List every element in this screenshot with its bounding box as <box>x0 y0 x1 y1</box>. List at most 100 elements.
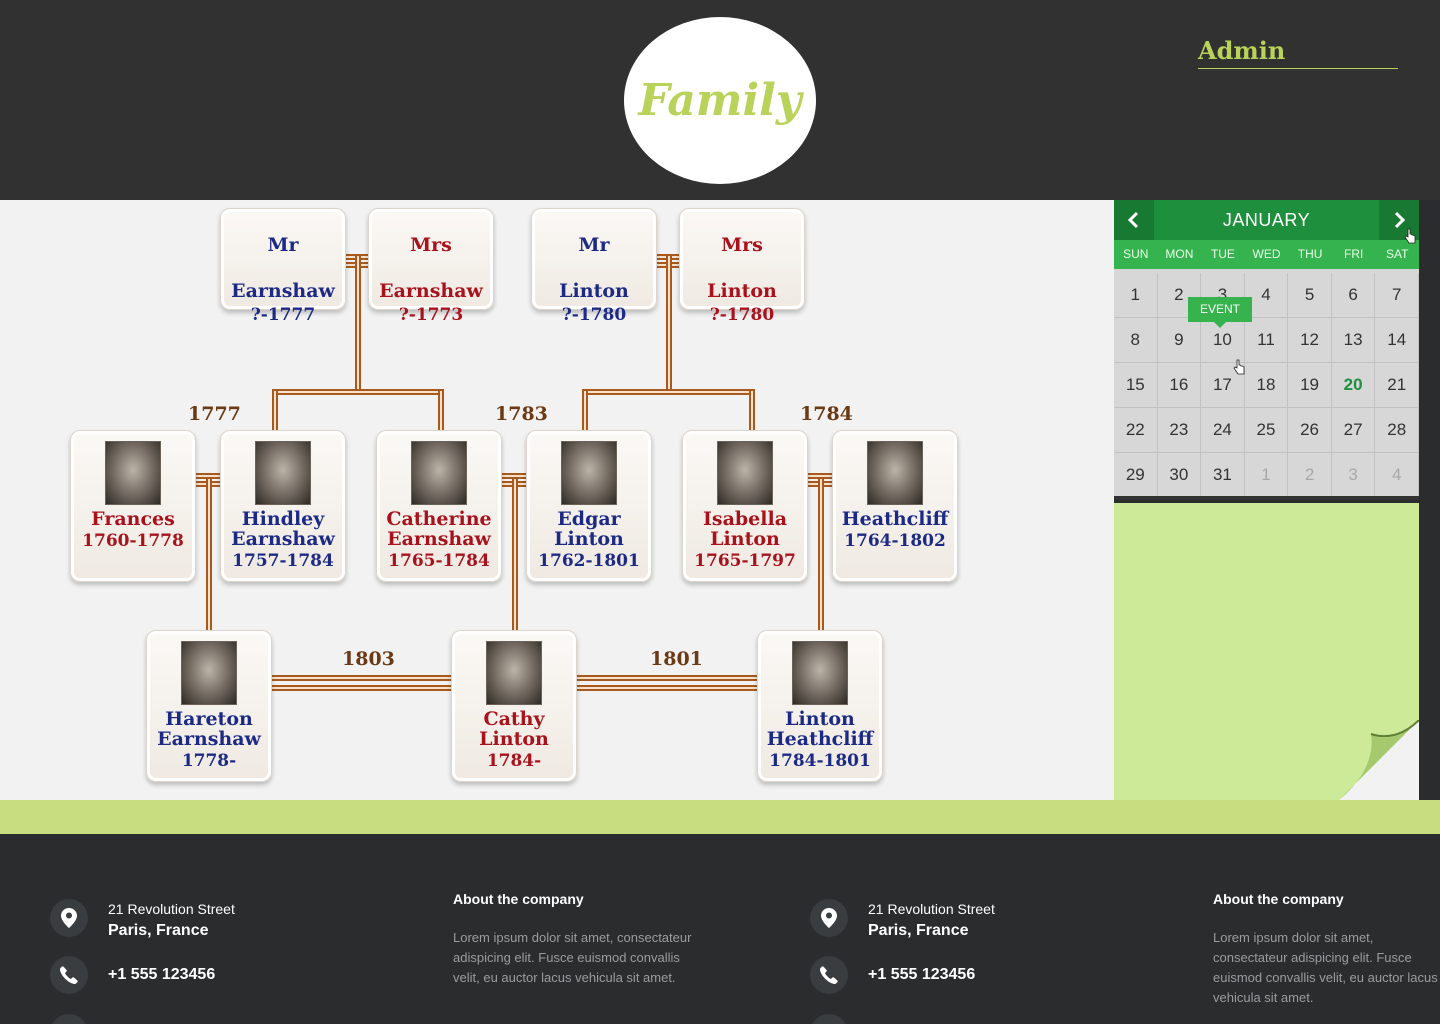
about-text: Lorem ipsum dolor sit amet, consectateur… <box>453 930 692 985</box>
person-years: 1760-1778 <box>82 531 184 551</box>
person-surname: Earnshaw <box>379 280 483 302</box>
calendar-day-cell[interactable]: 2 <box>1288 453 1332 498</box>
person-card-hindley-earnshaw[interactable]: Hindley Earnshaw 1757-1784 <box>220 430 346 582</box>
person-years: 1757-1784 <box>232 551 334 571</box>
hand-cursor-icon <box>1404 228 1416 244</box>
calendar-day-cell[interactable]: 13 <box>1331 318 1376 363</box>
person-card-linton-heathcliff[interactable]: Linton Heathcliff 1784-1801 <box>757 630 883 782</box>
calendar-day-grid: 1 2 3 4 5 6 7 8 9 10 11 12 13 14 15 16 17 18 19 20 21 22 23 24 2… <box>1114 273 1419 498</box>
person-name: Catherine <box>386 508 492 530</box>
calendar-header: JANUARY <box>1114 200 1419 240</box>
person-card-catherine-earnshaw[interactable]: Catherine Earnshaw 1765-1784 <box>376 430 502 582</box>
person-card-mrs-linton[interactable]: Mrs Linton ?-1780 <box>679 208 805 325</box>
weekday-label: FRI <box>1344 247 1364 261</box>
calendar-day-cell[interactable]: 25 <box>1244 408 1289 453</box>
calendar-day-cell[interactable]: 15 <box>1114 363 1158 408</box>
calendar-day-cell[interactable]: 23 <box>1157 408 1202 453</box>
portrait-photo <box>561 441 617 505</box>
person-years: 1765-1784 <box>388 551 490 571</box>
calendar-day-cell[interactable]: 29 <box>1114 453 1158 498</box>
calendar-day-cell[interactable]: 1 <box>1244 453 1289 498</box>
event-tooltip: EVENT <box>1188 297 1252 328</box>
calendar-day-cell[interactable]: 12 <box>1288 318 1332 363</box>
calendar-day-cell[interactable]: 11 <box>1244 318 1289 363</box>
logo[interactable]: Family <box>624 17 816 184</box>
address-city: Paris, France <box>868 922 969 939</box>
person-name: Heathcliff <box>841 508 949 530</box>
calendar-widget: JANUARY SUN MON TUE WED THU FRI SAT 1234… <box>1114 200 1419 500</box>
person-card-mrs-earnshaw[interactable]: Mrs Earnshaw ?-1773 <box>368 208 494 325</box>
admin-link-label: Admin <box>1198 36 1286 65</box>
calendar-day-cell[interactable]: 1 <box>1114 273 1158 318</box>
calendar-day-cell[interactable]: 3 <box>1331 453 1376 498</box>
portrait-photo <box>255 441 311 505</box>
person-name: Mr <box>267 234 299 256</box>
person-surname: Earnshaw <box>157 728 261 750</box>
calendar-day-cell[interactable]: 18 <box>1244 363 1289 408</box>
person-name: Frances <box>91 508 175 530</box>
phone-number[interactable]: +1 555 123456 <box>108 966 215 984</box>
phone-icon <box>50 956 88 994</box>
address-line: 21 Revolution Street <box>108 901 235 917</box>
person-card-heathcliff[interactable]: Heathcliff 1764-1802 <box>832 430 958 582</box>
calendar-day-cell[interactable]: 8 <box>1114 318 1158 363</box>
portrait-photo <box>411 441 467 505</box>
person-card-mr-linton[interactable]: Mr Linton ?-1780 <box>531 208 657 325</box>
person-name: Hareton <box>165 708 253 730</box>
about-heading: About the company <box>453 891 584 907</box>
mail-icon <box>810 1014 848 1024</box>
address-city: Paris, France <box>108 922 209 939</box>
map-pin-icon <box>810 899 848 937</box>
calendar-day-cell[interactable]: 28 <box>1375 408 1419 453</box>
calendar-day-cell[interactable]: 20 <box>1331 363 1376 408</box>
phone-number[interactable]: +1 555 123456 <box>868 966 975 984</box>
person-card-mr-earnshaw[interactable]: Mr Earnshaw ?-1777 <box>220 208 346 325</box>
calendar-day-cell[interactable]: 6 <box>1331 273 1376 318</box>
calendar-day-cell[interactable]: 22 <box>1114 408 1158 453</box>
calendar-day-cell[interactable]: 16 <box>1157 363 1202 408</box>
person-card-hareton-earnshaw[interactable]: Hareton Earnshaw 1778- <box>146 630 272 782</box>
page-curl <box>1339 720 1419 800</box>
calendar-day-cell[interactable]: 30 <box>1157 453 1202 498</box>
person-card-cathy-linton[interactable]: Cathy Linton 1784- <box>451 630 577 782</box>
person-name: Mrs <box>410 234 452 256</box>
admin-link[interactable]: Admin <box>1198 36 1398 69</box>
person-surname: Linton <box>479 728 549 750</box>
map-pin-icon <box>50 899 88 937</box>
calendar-day-cell[interactable]: 14 <box>1375 318 1419 363</box>
portrait-photo <box>792 641 848 705</box>
calendar-day-cell[interactable]: 24 <box>1201 408 1245 453</box>
prev-month-button[interactable] <box>1114 200 1154 240</box>
calendar-day-cell[interactable]: 4 <box>1375 453 1419 498</box>
calendar-day-cell[interactable]: 31 <box>1201 453 1245 498</box>
chevron-left-icon <box>1127 211 1139 229</box>
address-line: 21 Revolution Street <box>868 901 995 917</box>
weekday-label: SUN <box>1123 247 1149 261</box>
about-text: Lorem ipsum dolor sit amet, consectateur… <box>1213 930 1438 1005</box>
person-name: Hindley <box>241 508 325 530</box>
portrait-photo <box>181 641 237 705</box>
person-years: ?-1773 <box>398 305 464 325</box>
weekday-label: THU <box>1297 247 1323 261</box>
person-name: Linton <box>785 708 855 730</box>
calendar-day-cell[interactable]: 26 <box>1288 408 1332 453</box>
marriage-year-label: 1783 <box>495 403 548 425</box>
calendar-month-title: JANUARY <box>1222 210 1311 230</box>
calendar-day-cell[interactable]: 7 <box>1375 273 1419 318</box>
person-card-edgar-linton[interactable]: Edgar Linton 1762-1801 <box>526 430 652 582</box>
calendar-day-cell[interactable]: 9 <box>1157 318 1202 363</box>
marriage-year-label: 1803 <box>342 648 395 670</box>
mail-icon <box>50 1014 88 1024</box>
family-tree: Mr Earnshaw ?-1777 Mrs Earnshaw ?-1773 M… <box>0 200 1114 800</box>
person-card-frances[interactable]: Frances 1760-1778 <box>70 430 196 582</box>
calendar-bottom-border <box>1114 496 1419 500</box>
calendar-day-cell[interactable]: 19 <box>1288 363 1332 408</box>
calendar-day-cell[interactable]: 27 <box>1331 408 1376 453</box>
person-card-isabella-linton[interactable]: Isabella Linton 1765-1797 <box>682 430 808 582</box>
portrait-photo <box>105 441 161 505</box>
calendar-day-cell[interactable]: 5 <box>1288 273 1332 318</box>
logo-text: Family <box>638 75 802 126</box>
person-name: Mrs <box>721 234 763 256</box>
sticky-note <box>1114 503 1419 800</box>
calendar-day-cell[interactable]: 21 <box>1375 363 1419 408</box>
